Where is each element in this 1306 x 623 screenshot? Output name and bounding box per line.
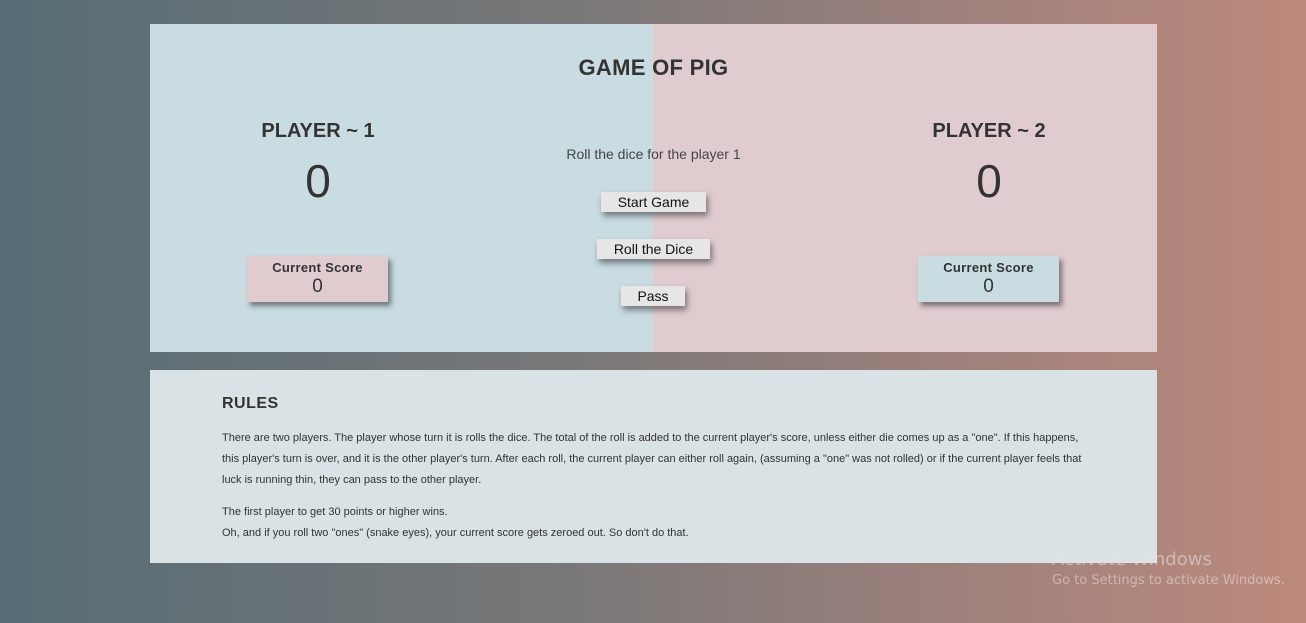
rules-paragraph: Oh, and if you roll two "ones" (snake ey… xyxy=(222,527,689,539)
player-1-total-score: 0 xyxy=(305,155,331,207)
roll-dice-button[interactable]: Roll the Dice xyxy=(597,239,710,259)
rules-section: RULES There are two players. The player … xyxy=(150,370,1157,563)
watermark-title: Activate Windows xyxy=(1052,549,1212,570)
game-title: GAME OF PIG xyxy=(578,55,729,80)
player-2-current-score-box: Current Score 0 xyxy=(918,256,1059,302)
game-board: GAME OF PIG PLAYER ~ 1 0 PLAYER ~ 2 0 Ro… xyxy=(150,24,1157,352)
player-2-current-score-value: 0 xyxy=(983,276,994,297)
player-1-current-score-value: 0 xyxy=(312,276,323,297)
player-2-current-score-label: Current Score xyxy=(943,260,1034,275)
watermark-subtitle: Go to Settings to activate Windows. xyxy=(1052,573,1285,588)
rules-paragraph: The first player to get 30 points or hig… xyxy=(222,506,448,518)
player-2-name: PLAYER ~ 2 xyxy=(932,120,1046,142)
pass-button[interactable]: Pass xyxy=(621,286,685,306)
rules-paragraph: There are two players. The player whose … xyxy=(222,432,1082,486)
activate-windows-watermark: Activate Windows Go to Settings to activ… xyxy=(1052,549,1285,588)
player-2-total-score: 0 xyxy=(976,155,1002,207)
game-status-message: Roll the dice for the player 1 xyxy=(566,146,741,162)
rules-body: There are two players. The player whose … xyxy=(222,428,1092,544)
rules-heading: RULES xyxy=(222,395,279,412)
player-1-current-score-box: Current Score 0 xyxy=(247,256,388,302)
player-1-current-score-label: Current Score xyxy=(272,260,363,275)
player-1-name: PLAYER ~ 1 xyxy=(261,120,375,142)
start-game-button[interactable]: Start Game xyxy=(601,192,706,212)
